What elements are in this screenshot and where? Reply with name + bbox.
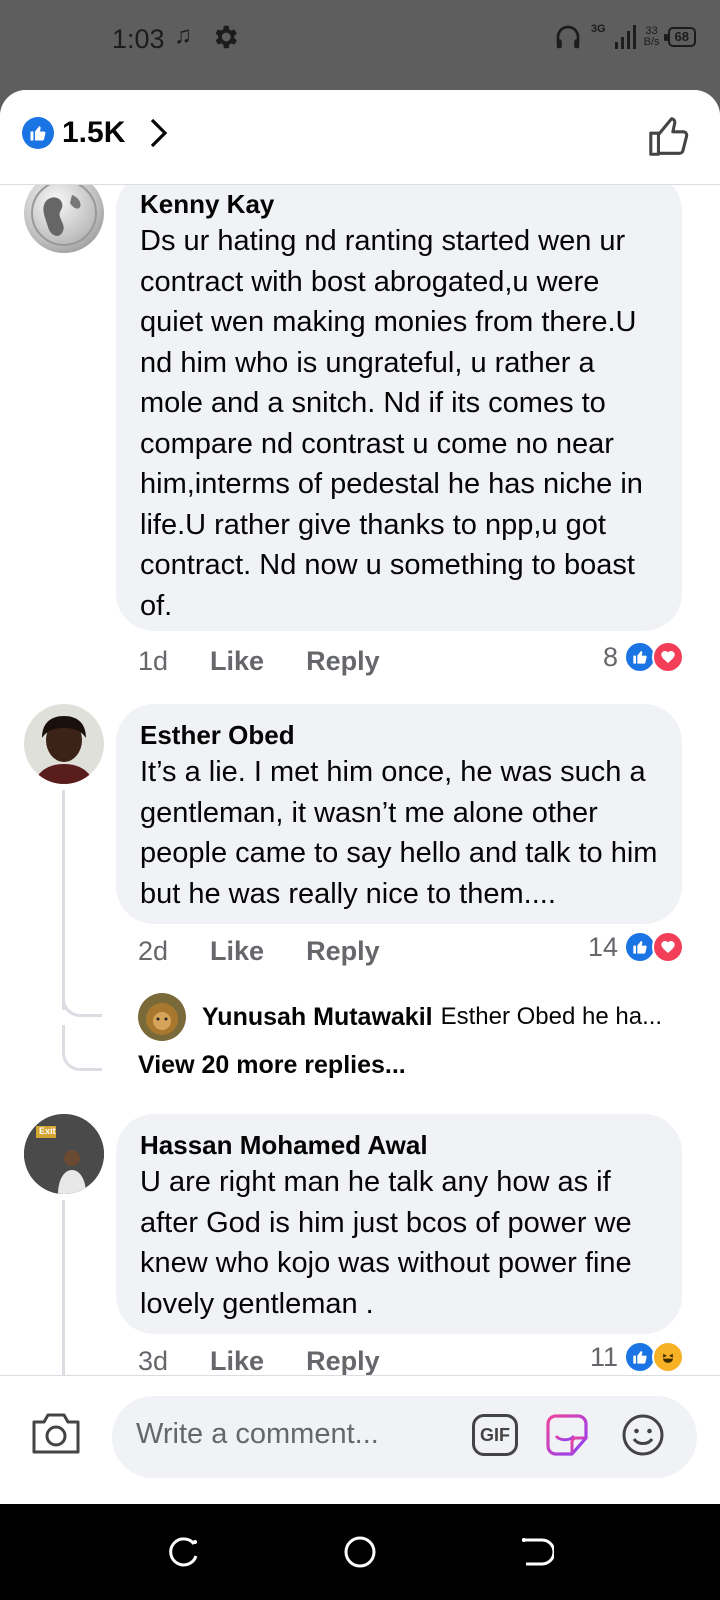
like-button[interactable]: Like <box>210 1346 264 1375</box>
avatar[interactable]: Exit <box>24 1114 104 1194</box>
comment-age[interactable]: 1d <box>138 646 168 677</box>
comment-author[interactable]: Hassan Mohamed Awal <box>140 1128 658 1162</box>
gear-icon <box>215 25 237 49</box>
emoji-icon[interactable] <box>620 1412 666 1458</box>
signal-icon <box>614 25 636 49</box>
comment-author[interactable]: Esther Obed <box>140 718 658 752</box>
comment-reactions[interactable]: 14 <box>588 931 684 963</box>
comment-age[interactable]: 2d <box>138 936 168 967</box>
profile-photo <box>34 716 94 784</box>
profile-photo <box>146 1003 178 1035</box>
thread-connector <box>62 985 102 1017</box>
system-nav-bar <box>0 1504 720 1600</box>
reply-text: Esther Obed he ha... <box>440 1003 663 1030</box>
comment-text: U are right man he talk any how as if af… <box>140 1166 632 1320</box>
chevron-right-icon <box>151 118 168 148</box>
heart-reaction-icon <box>652 641 684 673</box>
music-note-icon: ♫ <box>174 22 192 49</box>
reaction-count: 8 <box>602 641 618 672</box>
heart-reaction-icon <box>652 931 684 963</box>
home-icon[interactable] <box>342 1534 378 1570</box>
reaction-count: 11 <box>589 1341 618 1372</box>
avatar[interactable] <box>24 185 104 253</box>
comment-actions: 2d Like Reply <box>138 936 422 967</box>
reply-button[interactable]: Reply <box>306 936 380 967</box>
reply-preview[interactable]: Yunusah Mutawakil Esther Obed he ha... <box>138 993 662 1041</box>
gif-button[interactable]: GIF <box>472 1414 518 1456</box>
comments-sheet: 1.5K Kenny Kay Ds ur hating nd ranting s… <box>0 90 720 1504</box>
comment-actions: 3d Like Reply <box>138 1346 422 1375</box>
comment-text: It’s a lie. I met him once, he was such … <box>140 756 658 910</box>
like-reaction-icon <box>22 117 54 149</box>
battery-indicator: 68 <box>663 27 696 47</box>
thread-connector <box>62 1025 102 1071</box>
comment-author[interactable]: Kenny Kay <box>140 187 658 221</box>
avatar[interactable] <box>138 993 186 1041</box>
camera-icon[interactable] <box>30 1410 82 1456</box>
comments-list: Kenny Kay Ds ur hating nd ranting starte… <box>0 185 720 1375</box>
thumbs-up-icon[interactable] <box>646 114 692 160</box>
like-button[interactable]: Like <box>210 646 264 677</box>
reaction-count: 1.5K <box>62 116 126 149</box>
comment-text: Ds ur hating nd ranting started wen ur c… <box>140 225 643 622</box>
profile-photo <box>24 1114 104 1194</box>
view-more-replies-link[interactable]: View 20 more replies... <box>138 1051 406 1080</box>
comment-input[interactable]: Write a comment... GIF <box>112 1396 697 1478</box>
comment-bubble[interactable]: Kenny Kay Ds ur hating nd ranting starte… <box>116 185 682 631</box>
headphones-icon <box>556 25 580 49</box>
status-time: 1:03 <box>112 24 165 54</box>
avatar[interactable] <box>24 704 104 784</box>
back-icon[interactable] <box>518 1534 554 1570</box>
like-button[interactable]: Like <box>210 936 264 967</box>
reply-author[interactable]: Yunusah Mutawakil <box>202 1003 433 1032</box>
thread-line <box>62 1200 65 1375</box>
comment-actions: 1d Like Reply <box>138 646 422 677</box>
comment-bubble[interactable]: Esther Obed It’s a lie. I met him once, … <box>116 704 682 924</box>
exit-sign-text: Exit <box>39 1126 56 1136</box>
reply-button[interactable]: Reply <box>306 1346 380 1375</box>
comment-placeholder: Write a comment... <box>136 1418 379 1450</box>
haha-reaction-icon <box>652 1341 684 1373</box>
reaction-count: 14 <box>587 931 618 962</box>
comment-bubble[interactable]: Hassan Mohamed Awal U are right man he t… <box>116 1114 682 1334</box>
sticker-icon[interactable] <box>542 1410 592 1460</box>
comment-age[interactable]: 3d <box>138 1346 168 1375</box>
globe-icon <box>31 185 97 246</box>
comment-reactions[interactable]: 11 <box>590 1341 684 1373</box>
status-bar: 1:03 ♫ 3G 33 B/s 68 <box>0 0 720 90</box>
sheet-header: 1.5K <box>0 90 720 185</box>
reply-button[interactable]: Reply <box>306 646 380 677</box>
thread-line <box>62 790 65 1010</box>
recent-apps-icon[interactable] <box>166 1534 202 1570</box>
network-type: 3G <box>590 23 606 35</box>
reactions-summary[interactable]: 1.5K <box>22 116 169 150</box>
network-speed: 33 B/s <box>643 25 660 48</box>
comment-composer: Write a comment... GIF <box>0 1375 720 1504</box>
comment-reactions[interactable]: 8 <box>603 641 684 673</box>
